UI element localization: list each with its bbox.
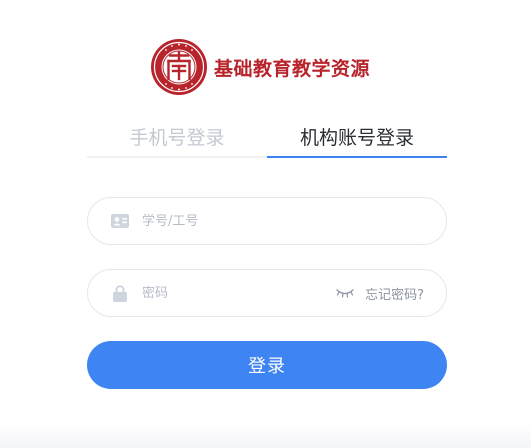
page-bottom-shade [0,422,531,448]
lock-icon [110,283,130,303]
forgot-password-link[interactable]: 忘记密码? [365,284,424,303]
university-seal-icon [151,39,207,95]
brand-header: 基础教育教学资源 [150,38,390,96]
account-field[interactable] [87,197,447,245]
password-input[interactable] [142,285,336,301]
tab-phone-login[interactable]: 手机号登录 [87,114,267,158]
password-field[interactable]: 忘记密码? [87,269,447,317]
account-input[interactable] [142,213,424,229]
active-tab-indicator [267,156,447,158]
id-card-icon [110,211,130,231]
eye-closed-icon[interactable] [335,287,355,299]
brand-title: 基础教育教学资源 [214,57,371,80]
login-button[interactable]: 登录 [87,341,447,389]
tab-institution-login[interactable]: 机构账号登录 [267,114,447,158]
login-method-tabs: 手机号登录 机构账号登录 [87,114,447,158]
